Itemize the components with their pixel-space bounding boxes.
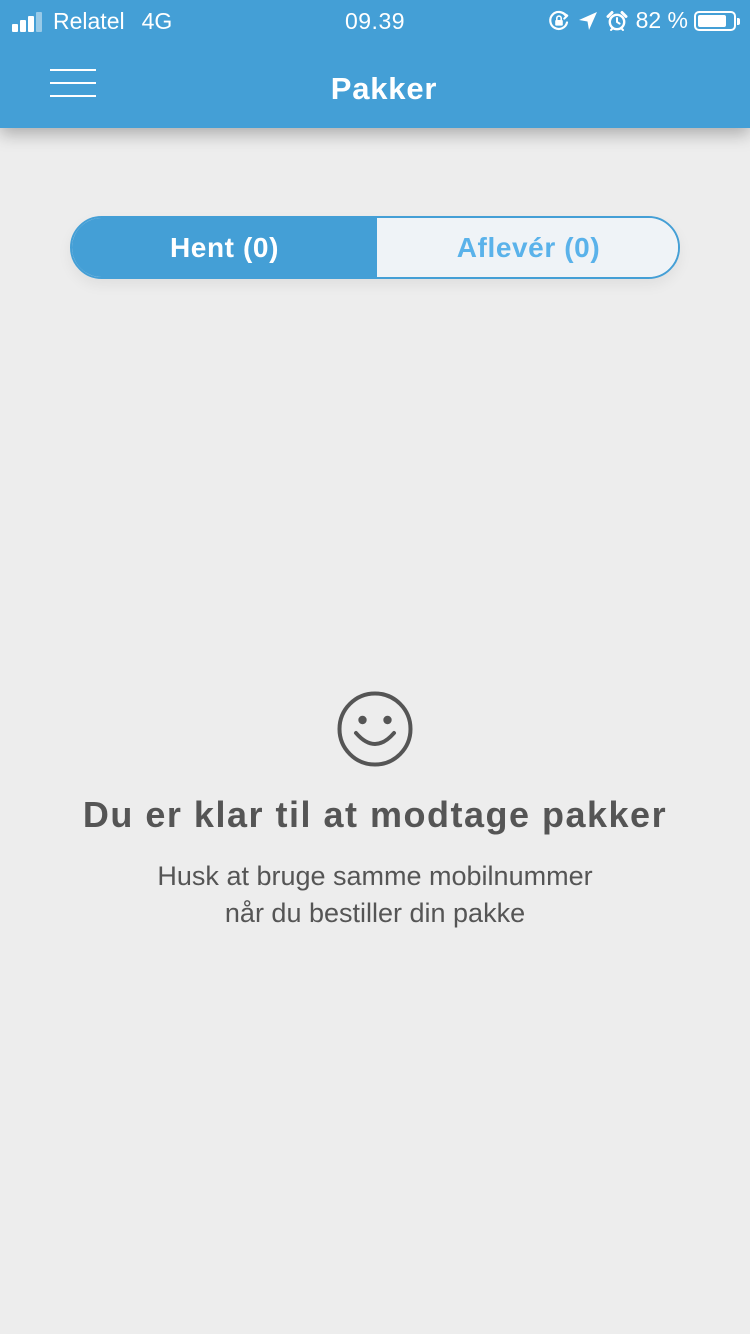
empty-state-title: Du er klar til at modtage pakker — [82, 794, 668, 835]
app-header: Relatel 4G 09.39 82 % Pakker — [0, 0, 750, 128]
app-screen: Relatel 4G 09.39 82 % Pakker Hent (0) Af… — [0, 0, 750, 1334]
status-bar: Relatel 4G 09.39 82 % — [0, 0, 750, 40]
empty-state-hint-line-2: når du bestiller din pakke — [224, 898, 526, 928]
battery-level-fill — [698, 14, 726, 27]
empty-state-hint: Husk at bruge samme mobilnummer når du b… — [0, 858, 750, 932]
package-tabs: Hent (0) Aflevér (0) — [70, 216, 680, 279]
battery-icon — [694, 10, 740, 31]
tab-aflever[interactable]: Aflevér (0) — [377, 218, 678, 277]
empty-state-hint-line-1: Husk at bruge samme mobilnummer — [157, 861, 593, 891]
alarm-icon — [606, 10, 628, 31]
tab-hent[interactable]: Hent (0) — [72, 218, 377, 277]
page-title: Pakker — [330, 71, 438, 106]
location-arrow-icon — [578, 11, 597, 30]
battery-percentage: 82 % — [635, 7, 688, 33]
smiley-icon — [337, 691, 413, 767]
orientation-lock-icon — [548, 10, 568, 30]
status-right: 82 % — [548, 7, 740, 34]
